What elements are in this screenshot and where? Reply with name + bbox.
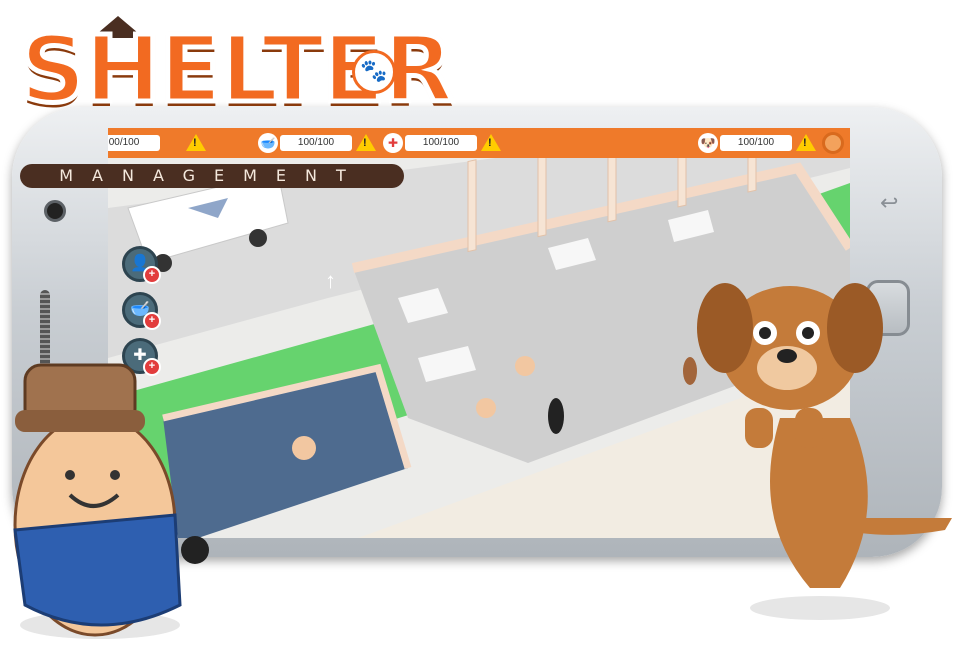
- back-icon[interactable]: ↩: [880, 190, 898, 216]
- add-food-button[interactable]: 🥣 +: [122, 292, 161, 330]
- vet-staff: [292, 436, 316, 460]
- staff-mascot: [13, 363, 209, 639]
- warning-icon: !: [481, 134, 501, 151]
- black-dog: [548, 398, 564, 434]
- stat-dogs: 🐶 100/100 !: [698, 133, 823, 153]
- dog-mascot: [697, 283, 952, 620]
- stat-food: 🥣 100/100 !: [258, 133, 383, 153]
- paw-icon: 🐾: [352, 50, 396, 94]
- logo-subtitle: MANAGEMENT: [20, 164, 404, 188]
- staff-member: [515, 356, 535, 376]
- warning-icon: !: [356, 134, 376, 151]
- staff-member: [476, 398, 496, 418]
- settings-gear-icon[interactable]: [822, 132, 844, 154]
- hud-bar: 00/100 ! 🥣 100/100 ! ✚ 100/100 ! 🐶 100/1…: [108, 128, 850, 158]
- stat-partial: 00/100 !: [108, 133, 228, 153]
- front-camera-icon: [44, 200, 66, 222]
- warning-icon: !: [796, 134, 816, 151]
- warning-icon: !: [186, 134, 206, 151]
- food-bowl-icon: 🥣: [258, 133, 278, 153]
- arrow-icon: ↑: [325, 268, 336, 293]
- medkit-icon: ✚: [383, 133, 403, 153]
- dog-face-icon: 🐶: [698, 133, 718, 153]
- stat-health: ✚ 100/100 !: [383, 133, 508, 153]
- add-staff-button[interactable]: 👤 +: [122, 246, 161, 284]
